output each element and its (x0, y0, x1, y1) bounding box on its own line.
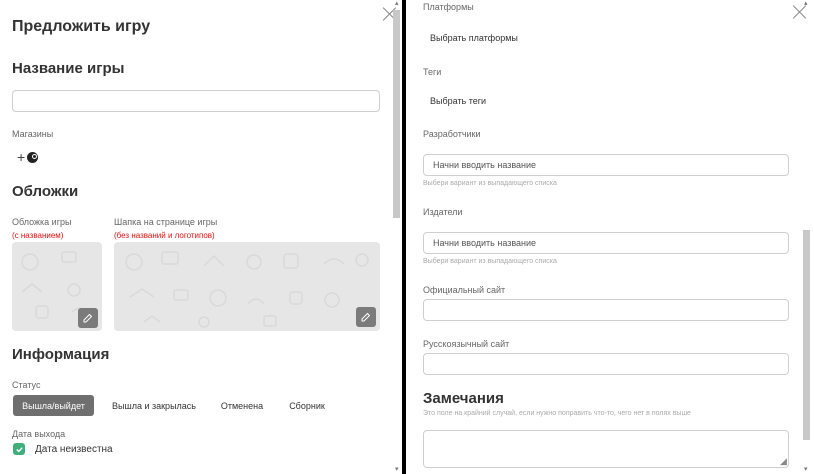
scroll-down-arrow-icon[interactable]: ▾ (804, 466, 808, 474)
suggest-game-modal-left: ▴ ▾ Предложить игру Название игры Магази… (0, 0, 402, 474)
scrollbar-thumb[interactable] (803, 230, 810, 440)
release-date-label: Дата выхода (12, 429, 66, 439)
covers-heading: Обложки (12, 183, 79, 200)
developers-hint: Выбери вариант из выпадающего списка (423, 180, 557, 187)
scrollbar-thumb[interactable] (393, 10, 400, 218)
status-label: Статус (12, 380, 41, 390)
date-unknown-checkbox[interactable] (13, 443, 25, 455)
publishers-hint: Выбери вариант из выпадающего списка (423, 258, 557, 265)
notes-hint: Это поле на крайний случай, если нужно п… (423, 410, 691, 417)
check-icon (15, 446, 23, 453)
game-name-input[interactable] (12, 90, 380, 112)
status-option-compilation[interactable]: Сборник (280, 395, 334, 416)
platforms-label: Платформы (423, 2, 474, 12)
date-unknown-label[interactable]: Дата неизвестна (35, 444, 113, 455)
cover-image-slot[interactable] (12, 242, 102, 331)
scroll-down-arrow-icon[interactable]: ▾ (395, 466, 399, 474)
header-image-label: Шапка на странице игры (114, 217, 218, 227)
modal-title: Предложить игру (12, 18, 151, 35)
notes-heading: Замечания (423, 390, 504, 407)
game-name-heading: Название игры (12, 60, 125, 77)
edit-cover-button[interactable] (78, 308, 98, 328)
ru-site-label: Русскоязычный сайт (423, 339, 510, 349)
tags-label: Теги (423, 67, 442, 77)
cover-note: (с названием) (12, 231, 64, 240)
notes-textarea[interactable] (423, 430, 789, 468)
header-image-slot[interactable] (114, 242, 380, 331)
suggest-game-modal-right: ▴ ▾ Платформы Выбрать платформы Теги Выб… (406, 0, 814, 474)
header-image-note: (без названий и логотипов) (114, 231, 215, 240)
info-heading: Информация (12, 346, 110, 363)
status-option-released-closed[interactable]: Вышла и закрылась (104, 395, 204, 416)
ru-site-input[interactable] (423, 353, 789, 375)
resize-handle-icon[interactable]: ◢ (780, 456, 787, 467)
edit-icon (361, 312, 371, 322)
cover-label: Обложка игры (12, 217, 72, 227)
edit-icon (83, 313, 93, 323)
developers-input[interactable] (423, 154, 789, 176)
steam-icon[interactable] (27, 151, 39, 163)
edit-header-button[interactable] (356, 307, 376, 327)
status-option-cancelled[interactable]: Отменена (214, 395, 270, 416)
official-site-label: Официальный сайт (423, 285, 506, 295)
official-site-input[interactable] (423, 299, 789, 321)
publishers-input[interactable] (423, 232, 789, 254)
developers-label: Разработчики (423, 129, 481, 139)
stores-row: + (17, 150, 39, 164)
select-tags-button[interactable]: Выбрать теги (430, 96, 486, 106)
select-platforms-button[interactable]: Выбрать платформы (430, 33, 518, 43)
doodle-pattern (125, 251, 369, 328)
status-option-released[interactable]: Вышла/выйдет (13, 395, 94, 416)
stores-label: Магазины (12, 129, 54, 139)
add-store-icon[interactable]: + (17, 150, 25, 164)
scroll-up-arrow-icon[interactable]: ▴ (804, 0, 808, 8)
publishers-label: Издатели (423, 207, 463, 217)
scroll-up-arrow-icon[interactable]: ▴ (395, 0, 399, 8)
